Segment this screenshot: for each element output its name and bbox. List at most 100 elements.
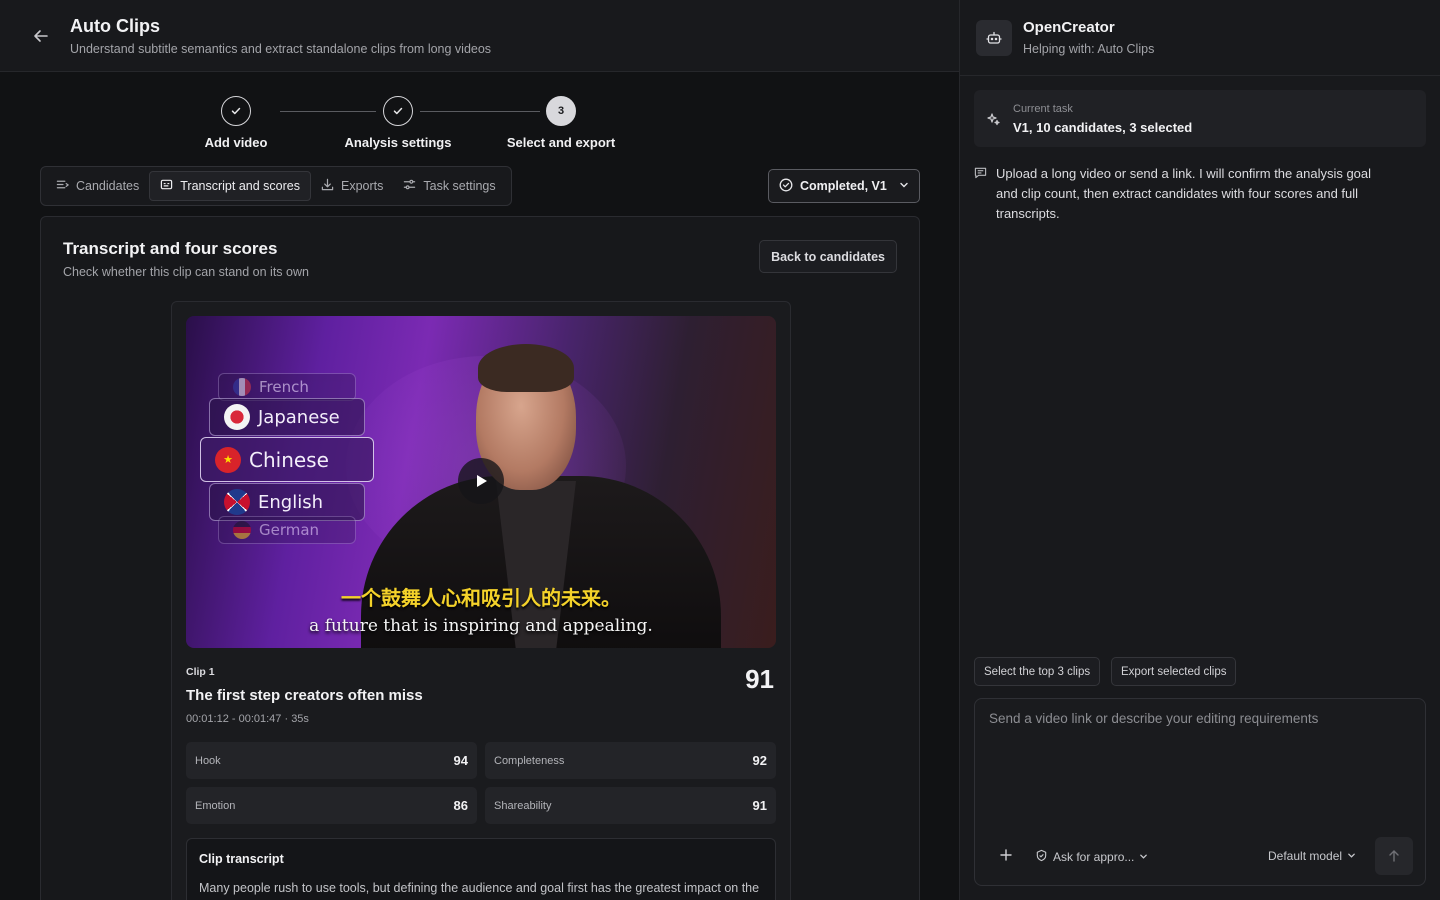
video-player[interactable]: French Japanese ★ Chinese English German… [186,316,776,648]
task-value: V1, 10 candidates, 3 selected [1013,119,1193,135]
score-name: Hook [195,754,221,767]
list-icon [56,178,70,194]
check-icon [383,96,413,126]
score-shareability: Shareability 91 [485,787,776,824]
panel-subtitle: Check whether this clip can stand on its… [63,265,309,279]
model-dropdown[interactable]: Default model [1268,849,1356,863]
chat-input[interactable] [989,711,1409,821]
captions-icon [160,178,173,194]
step-add-video[interactable]: Add video [166,96,306,150]
panel-title: Transcript and four scores [63,239,278,258]
progress-stepper: Add video Analysis settings 3 Select and… [195,96,635,156]
flag-icon [224,404,250,430]
assistant-context: Helping with: Auto Clips [1023,42,1155,56]
assistant-header: OpenCreator Helping with: Auto Clips [960,0,1440,76]
score-value: 91 [752,798,767,813]
tab-exports[interactable]: Exports [311,171,393,201]
score-hook: Hook 94 [186,742,477,779]
tab-bar: Candidates Transcript and scores Exports… [40,166,512,206]
score-value: 94 [453,753,468,768]
status-dropdown[interactable]: Completed, V1 [768,169,920,203]
subtitle-chinese: 一个鼓舞人心和吸引人的未来。 [341,586,621,610]
clip-title: The first step creators often miss [186,687,423,704]
permission-label: Ask for appro... [1053,850,1135,864]
chat-composer: Ask for appro... Default model [974,698,1426,886]
language-label: German [259,521,320,539]
assistant-name: OpenCreator [1023,19,1115,36]
page-subtitle: Understand subtitle semantics and extrac… [70,41,492,56]
tab-candidates[interactable]: Candidates [46,171,149,201]
current-task-card: Current task V1, 10 candidates, 3 select… [974,90,1426,147]
speaker-hair [478,344,574,392]
tab-label: Task settings [423,179,496,193]
assistant-sidebar: OpenCreator Helping with: Auto Clips Cur… [960,0,1440,900]
clip-tag: Clip 1 [186,666,215,678]
language-label: Chinese [249,447,329,472]
flag-icon [224,489,250,515]
transcript-text: Many people rush to use tools, but defin… [199,881,760,895]
clip-transcript: Clip transcript Many people rush to use … [186,838,776,900]
step-label: Add video [204,135,268,150]
assistant-message: Upload a long video or send a link. I wi… [974,164,1374,224]
tab-label: Exports [340,179,384,193]
check-icon [221,96,251,126]
language-chip: French [218,373,356,401]
check-circle-icon [779,178,793,195]
tab-transcript-scores[interactable]: Transcript and scores [149,171,311,201]
score-name: Completeness [494,754,565,767]
task-label: Current task [1013,102,1073,115]
download-icon [321,178,334,194]
tab-label: Transcript and scores [180,179,300,193]
language-label: Japanese [258,406,340,428]
language-chip: ★ Chinese [200,437,374,482]
tab-label: Candidates [76,179,140,193]
score-completeness: Completeness 92 [485,742,776,779]
flag-icon: ★ [215,446,241,473]
language-label: French [259,378,309,396]
score-name: Shareability [494,799,552,812]
quick-action-export[interactable]: Export selected clips [1111,657,1237,686]
step-analysis-settings[interactable]: Analysis settings [328,96,468,150]
clip-card: French Japanese ★ Chinese English German… [171,301,791,900]
flag-icon [233,521,251,539]
permission-dropdown[interactable]: Ask for appro... [1035,849,1148,865]
clip-total-score: 91 [745,664,774,694]
score-value: 86 [453,798,468,813]
language-chip: German [218,516,356,544]
clip-time-range: 00:01:12 - 00:01:47 · 35s [186,713,309,725]
step-label: Select and export [506,135,616,150]
message-text: Upload a long video or send a link. I wi… [996,166,1372,221]
chevron-down-icon [1139,850,1148,864]
language-chip: Japanese [209,398,365,436]
chevron-down-icon [1347,849,1356,863]
transcript-panel: Transcript and four scores Check whether… [40,216,920,900]
quick-action-select-top[interactable]: Select the top 3 clips [974,657,1101,686]
step-number: 3 [546,96,576,126]
message-icon [974,166,987,224]
sliders-icon [403,178,416,194]
transcript-title: Clip transcript [199,852,284,866]
chevron-down-icon [899,179,909,193]
language-label: English [258,491,323,513]
shield-icon [1035,849,1048,865]
step-label: Analysis settings [344,135,452,150]
sparkle-icon [986,112,1000,126]
top-bar: Auto Clips Understand subtitle semantics… [0,0,959,72]
score-value: 92 [752,753,767,768]
score-emotion: Emotion 86 [186,787,477,824]
status-label: Completed, V1 [800,179,887,193]
tab-task-settings[interactable]: Task settings [393,171,505,201]
send-arrow-icon[interactable] [1375,837,1413,875]
main-area: Auto Clips Understand subtitle semantics… [0,0,960,900]
play-icon[interactable] [458,458,504,504]
step-select-export[interactable]: 3 Select and export [491,96,631,150]
model-label: Default model [1268,849,1343,863]
bot-icon [976,19,1012,56]
plus-icon[interactable] [999,848,1013,862]
flag-icon [233,378,251,396]
subtitle-english: a future that is inspiring and appealing… [309,616,653,636]
back-arrow-icon[interactable] [30,25,52,47]
app-root: Auto Clips Understand subtitle semantics… [0,0,1440,900]
page-title: Auto Clips [70,15,160,36]
back-to-candidates-button[interactable]: Back to candidates [759,240,897,273]
